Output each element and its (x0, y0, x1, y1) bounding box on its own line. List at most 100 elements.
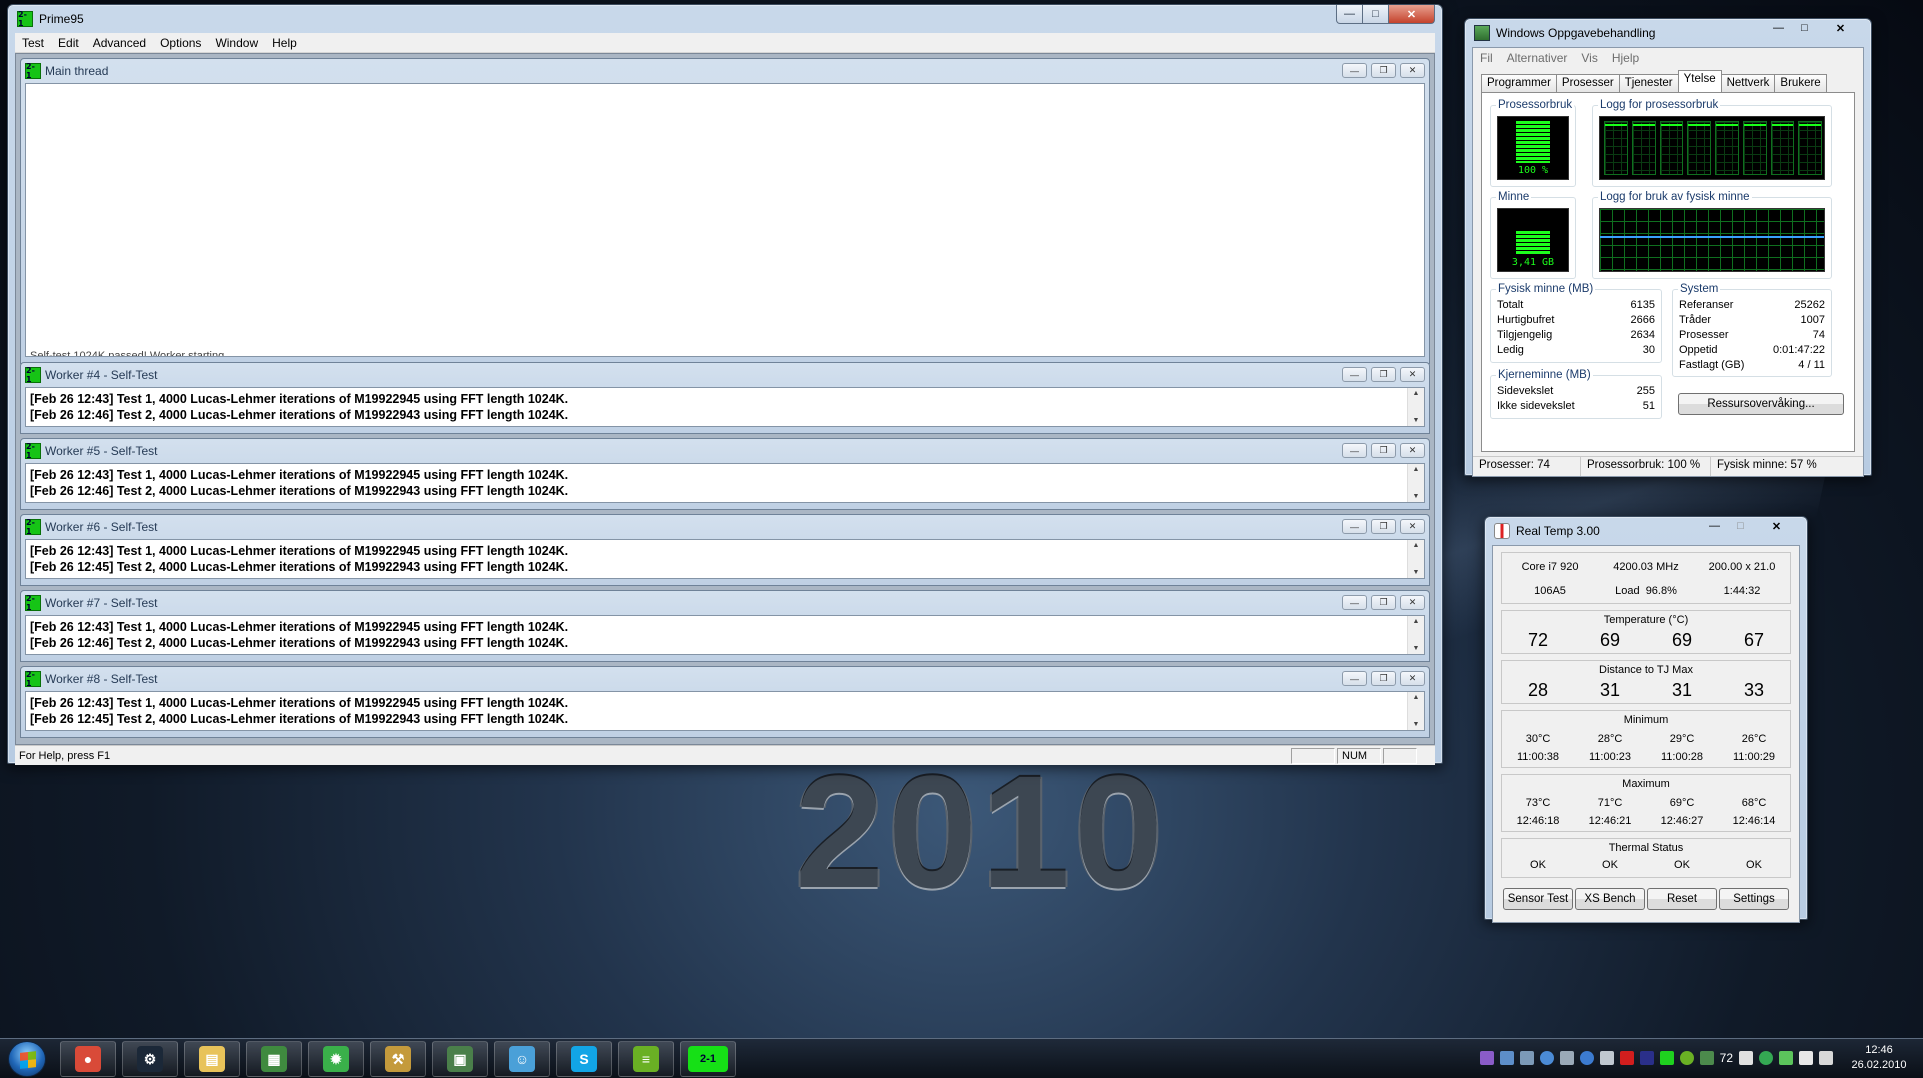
child-restore-button[interactable]: ❐ (1371, 63, 1396, 78)
tray-icon[interactable] (1779, 1051, 1793, 1065)
taskbar-button[interactable]: S (556, 1041, 612, 1077)
menu-vis[interactable]: Vis (1574, 51, 1604, 65)
taskbar-button[interactable]: 2-1 (680, 1041, 736, 1077)
scroll-down-icon[interactable]: ▼ (1413, 569, 1420, 576)
scroll-up-icon[interactable]: ▲ (1413, 542, 1420, 549)
tray-icon[interactable] (1759, 1051, 1773, 1065)
tray-temperature[interactable]: 72 (1720, 1051, 1733, 1065)
minimize-button[interactable]: — (1336, 5, 1363, 24)
worker-log[interactable]: [Feb 26 12:43] Test 1, 4000 Lucas-Lehmer… (25, 387, 1425, 427)
scroll-up-icon[interactable]: ▲ (1413, 466, 1420, 473)
worker-window[interactable]: 2-1 Worker #6 - Self-Test — ❐ ✕ [Feb 26 … (20, 514, 1430, 586)
child-titlebar[interactable]: 2-1 Worker #5 - Self-Test — ❐ ✕ (25, 439, 1425, 463)
reset-button[interactable]: Reset (1647, 888, 1717, 910)
child-restore-button[interactable]: ❐ (1371, 595, 1396, 610)
scroll-up-icon[interactable]: ▲ (1413, 694, 1420, 701)
child-close-button[interactable]: ✕ (1400, 63, 1425, 78)
menu-hjelp[interactable]: Hjelp (1605, 51, 1646, 65)
taskbar-button[interactable]: ▣ (432, 1041, 488, 1077)
worker-window[interactable]: 2-1 Worker #8 - Self-Test — ❐ ✕ [Feb 26 … (20, 666, 1430, 738)
taskbar-button[interactable]: ≡ (618, 1041, 674, 1077)
menu-fil[interactable]: Fil (1473, 51, 1500, 65)
child-close-button[interactable]: ✕ (1400, 519, 1425, 534)
maximize-button[interactable]: □ (1792, 19, 1818, 38)
resource-monitor-button[interactable]: Ressursovervåking... (1678, 393, 1844, 415)
vertical-scrollbar[interactable]: ▲ ▼ (1407, 616, 1424, 654)
child-minimize-button[interactable]: — (1342, 595, 1367, 610)
sensor-test-button[interactable]: Sensor Test (1503, 888, 1573, 910)
child-restore-button[interactable]: ❐ (1371, 519, 1396, 534)
taskbar-button[interactable]: ● (60, 1041, 116, 1077)
menu-advanced[interactable]: Advanced (86, 36, 153, 50)
tab-brukere[interactable]: Brukere (1774, 74, 1827, 92)
minimize-button[interactable]: — (1765, 19, 1792, 38)
close-button[interactable]: ✕ (1754, 517, 1800, 536)
scroll-up-icon[interactable]: ▲ (1413, 618, 1420, 625)
network-icon[interactable] (1799, 1051, 1813, 1065)
worker-window[interactable]: 2-1 Worker #7 - Self-Test — ❐ ✕ [Feb 26 … (20, 590, 1430, 662)
volume-icon[interactable] (1819, 1051, 1833, 1065)
main-thread-log[interactable]: Self-test 1024K passed! Worker starting (25, 83, 1425, 357)
child-close-button[interactable]: ✕ (1400, 367, 1425, 382)
flag-icon[interactable] (1739, 1051, 1753, 1065)
real-temp-titlebar[interactable]: Real Temp 3.00 — □ ✕ (1492, 517, 1800, 545)
close-button[interactable]: ✕ (1818, 19, 1864, 38)
vertical-scrollbar[interactable]: ▲ ▼ (1407, 692, 1424, 730)
menu-options[interactable]: Options (153, 36, 208, 50)
tray-icon[interactable] (1479, 1051, 1494, 1065)
task-manager-window[interactable]: Windows Oppgavebehandling — □ ✕ Fil Alte… (1464, 18, 1872, 477)
scroll-down-icon[interactable]: ▼ (1413, 493, 1420, 500)
task-manager-titlebar[interactable]: Windows Oppgavebehandling — □ ✕ (1472, 19, 1864, 47)
xs-bench-button[interactable]: XS Bench (1575, 888, 1645, 910)
child-minimize-button[interactable]: — (1342, 519, 1367, 534)
vertical-scrollbar[interactable]: ▲ ▼ (1407, 464, 1424, 502)
worker-log[interactable]: [Feb 26 12:43] Test 1, 4000 Lucas-Lehmer… (25, 691, 1425, 731)
menu-alternativer[interactable]: Alternativer (1500, 51, 1575, 65)
menu-edit[interactable]: Edit (51, 36, 86, 50)
vertical-scrollbar[interactable]: ▲ ▼ (1407, 540, 1424, 578)
child-minimize-button[interactable]: — (1342, 367, 1367, 382)
child-restore-button[interactable]: ❐ (1371, 443, 1396, 458)
prime95-window[interactable]: 2-1 Prime95 — □ ✕ Test Edit Advanced Opt… (7, 4, 1443, 765)
worker-window[interactable]: 2-1 Worker #4 - Self-Test — ❐ ✕ [Feb 26 … (20, 362, 1430, 434)
worker-window[interactable]: 2-1 Worker #5 - Self-Test — ❐ ✕ [Feb 26 … (20, 438, 1430, 510)
tab-programmer[interactable]: Programmer (1481, 74, 1557, 92)
worker-log[interactable]: [Feb 26 12:43] Test 1, 4000 Lucas-Lehmer… (25, 615, 1425, 655)
taskbar-button[interactable]: ✹ (308, 1041, 364, 1077)
scroll-up-icon[interactable]: ▲ (1413, 390, 1420, 397)
spotify-tray-icon[interactable] (1679, 1051, 1694, 1065)
worker-log[interactable]: [Feb 26 12:43] Test 1, 4000 Lucas-Lehmer… (25, 539, 1425, 579)
tray-icon[interactable] (1699, 1051, 1714, 1065)
tab-prosesser[interactable]: Prosesser (1555, 74, 1620, 92)
child-close-button[interactable]: ✕ (1400, 443, 1425, 458)
taskbar-button[interactable]: ▦ (246, 1041, 302, 1077)
child-titlebar[interactable]: 2-1 Worker #6 - Self-Test — ❐ ✕ (25, 515, 1425, 539)
child-restore-button[interactable]: ❐ (1371, 671, 1396, 686)
tab-tjenester[interactable]: Tjenester (1618, 74, 1679, 92)
child-minimize-button[interactable]: — (1342, 671, 1367, 686)
prime95-titlebar[interactable]: 2-1 Prime95 — □ ✕ (15, 5, 1435, 33)
menu-window[interactable]: Window (208, 36, 265, 50)
tab-ytelse[interactable]: Ytelse (1677, 70, 1722, 92)
maximize-button[interactable]: □ (1363, 5, 1389, 24)
taskbar-button[interactable]: ▤ (184, 1041, 240, 1077)
settings-button[interactable]: Settings (1719, 888, 1789, 910)
child-close-button[interactable]: ✕ (1400, 671, 1425, 686)
tray-icon[interactable] (1659, 1051, 1674, 1065)
start-button[interactable] (8, 1041, 46, 1077)
scroll-down-icon[interactable]: ▼ (1413, 721, 1420, 728)
child-minimize-button[interactable]: — (1342, 443, 1367, 458)
real-temp-window[interactable]: Real Temp 3.00 — □ ✕ Core i7 920 4200.03… (1484, 516, 1808, 923)
child-titlebar[interactable]: 2-1 Worker #8 - Self-Test — ❐ ✕ (25, 667, 1425, 691)
tray-icon[interactable] (1519, 1051, 1534, 1065)
vertical-scrollbar[interactable]: ▲ ▼ (1407, 388, 1424, 426)
taskbar-button[interactable]: ☺ (494, 1041, 550, 1077)
tray-icon[interactable] (1599, 1051, 1614, 1065)
main-thread-window[interactable]: 2-1 Main thread — ❐ ✕ Self-test 1024K pa… (20, 58, 1430, 364)
child-close-button[interactable]: ✕ (1400, 595, 1425, 610)
menu-help[interactable]: Help (265, 36, 304, 50)
child-titlebar[interactable]: 2-1 Worker #7 - Self-Test — ❐ ✕ (25, 591, 1425, 615)
worker-log[interactable]: [Feb 26 12:43] Test 1, 4000 Lucas-Lehmer… (25, 463, 1425, 503)
clock[interactable]: 12:46 26.02.2010 (1839, 1043, 1919, 1073)
ati-icon[interactable] (1619, 1051, 1634, 1065)
